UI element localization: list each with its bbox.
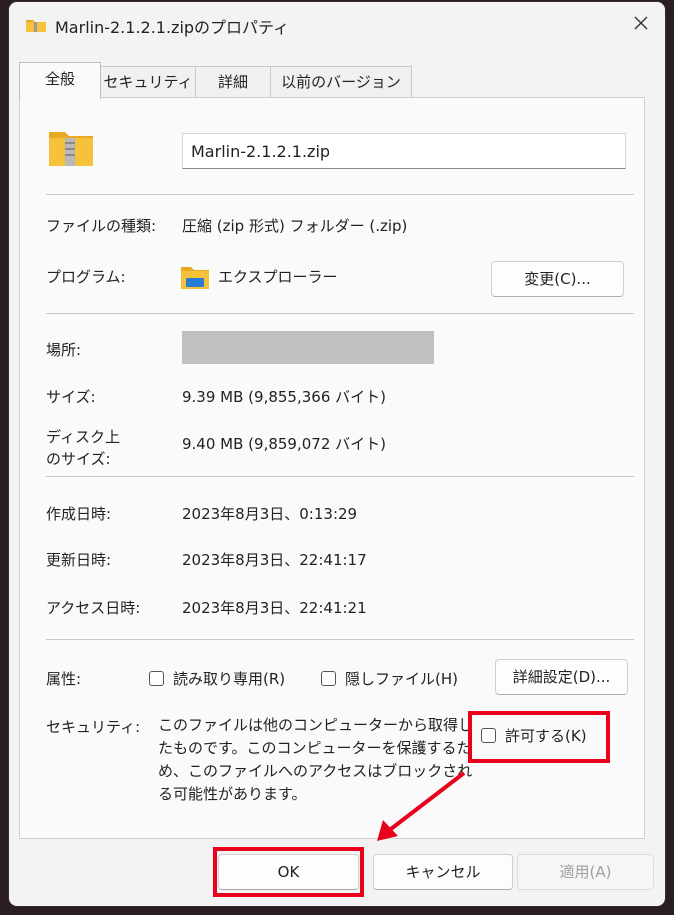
tab-general[interactable]: 全般	[19, 62, 101, 99]
red-arrow-annotation	[377, 771, 466, 841]
arrow-head	[377, 820, 398, 841]
arrow-line	[385, 771, 466, 834]
cancel-button[interactable]: キャンセル	[373, 854, 513, 890]
ok-highlight-box	[213, 847, 364, 897]
properties-dialog: Marlin-2.1.2.1.zipのプロパティ 全般 セキュリティ 詳細 以前…	[9, 2, 665, 906]
apply-button[interactable]: 適用(A)	[517, 854, 654, 890]
